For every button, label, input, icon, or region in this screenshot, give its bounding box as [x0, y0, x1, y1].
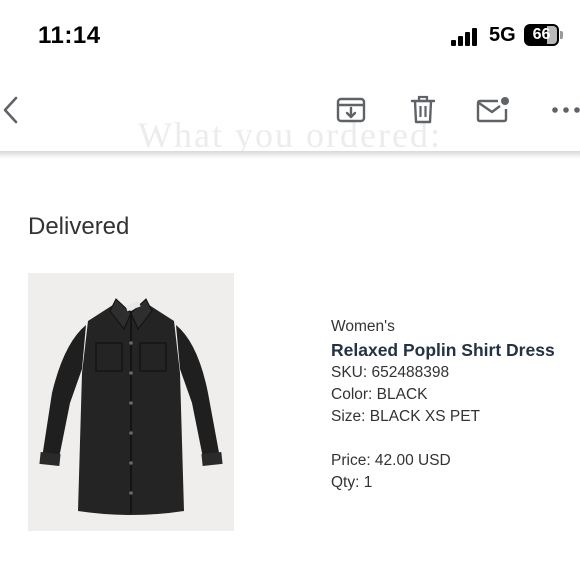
- order-status-heading: Delivered: [28, 213, 130, 240]
- mark-unread-button[interactable]: [475, 92, 511, 128]
- status-bar: 11:14 5G 66: [0, 0, 580, 70]
- details-spacer: [331, 428, 555, 450]
- product-quantity: Qty: 1: [331, 474, 373, 491]
- archive-icon: [336, 97, 366, 123]
- cellular-signal-icon: [451, 28, 479, 46]
- product-image[interactable]: [28, 273, 234, 531]
- product-category: Women's: [331, 318, 395, 335]
- product-price: Price: 42.00 USD: [331, 452, 451, 469]
- chevron-left-icon: [3, 96, 18, 124]
- unread-mail-icon: [476, 97, 509, 123]
- battery-level: 66: [532, 26, 551, 43]
- product-name[interactable]: Relaxed Poplin Shirt Dress: [331, 338, 555, 362]
- product-details: Women's Relaxed Poplin Shirt Dress SKU: …: [331, 316, 555, 494]
- delete-button[interactable]: [405, 92, 441, 128]
- product-size: Size: BLACK XS PET: [331, 408, 481, 425]
- status-time: 11:14: [38, 22, 101, 49]
- trash-icon: [410, 95, 436, 124]
- back-button[interactable]: [0, 92, 22, 128]
- mail-toolbar: [0, 78, 580, 144]
- battery-icon: 66: [524, 24, 564, 46]
- network-type: 5G: [489, 24, 516, 46]
- more-options-button[interactable]: [548, 92, 580, 128]
- more-icon: [552, 107, 580, 113]
- shirt-dress-image: [28, 273, 234, 531]
- product-color: Color: BLACK: [331, 386, 428, 403]
- archive-button[interactable]: [333, 92, 369, 128]
- product-sku: SKU: 652488398: [331, 364, 450, 381]
- toolbar-divider: [0, 151, 580, 159]
